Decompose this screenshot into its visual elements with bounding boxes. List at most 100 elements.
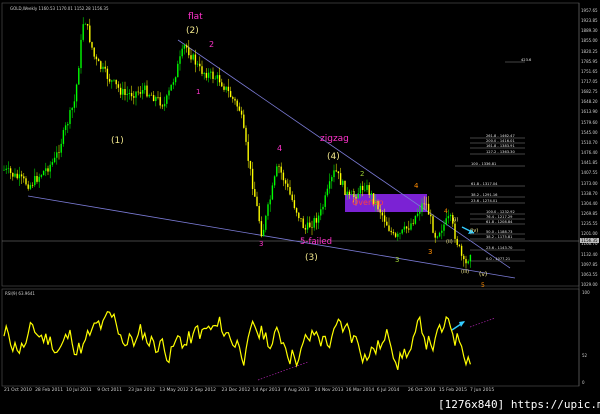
candle-body — [166, 95, 168, 104]
candle-body — [423, 203, 425, 205]
candle-body — [370, 193, 373, 195]
candle-body — [82, 24, 84, 40]
rsi-pane-border — [1, 288, 580, 387]
candle-body — [324, 195, 326, 207]
candle-body — [458, 244, 461, 246]
candle-body — [267, 204, 269, 216]
candle-body — [216, 75, 219, 79]
candle-body — [190, 55, 192, 60]
candle-body — [335, 170, 337, 172]
wave-label: 1 — [196, 88, 201, 96]
candle-body — [183, 45, 186, 49]
candle-body — [326, 188, 329, 196]
candle-body — [25, 178, 27, 185]
wave-label: (1) — [111, 136, 124, 146]
candle-body — [342, 180, 344, 185]
candle-body — [346, 191, 348, 195]
candle-body — [9, 168, 12, 173]
candle-body — [194, 54, 197, 65]
candle-body — [254, 189, 256, 197]
wave-label: flat — [188, 12, 203, 22]
candle-body — [122, 89, 124, 95]
candle-body — [368, 185, 370, 195]
price-axis-tick: 1820.25 — [581, 48, 598, 54]
candle-body — [78, 68, 80, 85]
fib-level-label: 61.8 - 1208.84 — [486, 220, 513, 224]
time-axis-tick: 13 May 2012 — [159, 388, 189, 393]
candle-body — [328, 181, 331, 189]
candle-body — [434, 232, 436, 238]
fib-level-label: 38.2 - 1175.81 — [486, 235, 513, 239]
candle-body — [14, 173, 16, 177]
fib-level-label: 0.0 - 1077.21 — [486, 257, 511, 261]
candle-body — [271, 185, 274, 200]
candle-body — [12, 172, 14, 177]
candle-body — [86, 24, 89, 26]
candle-body — [419, 211, 421, 214]
wave-label: (iv) — [470, 228, 479, 234]
candle-body — [273, 176, 276, 186]
candle-body — [58, 152, 60, 153]
candle-body — [331, 177, 333, 182]
candle-body — [161, 105, 164, 107]
candle-body — [179, 56, 181, 64]
candle-body — [115, 79, 117, 85]
wave-label: 3 — [259, 240, 264, 248]
candle-body — [454, 223, 456, 239]
candle-body — [379, 209, 381, 213]
price-chart-canvas[interactable] — [0, 0, 600, 414]
candle-body — [465, 259, 467, 264]
candle-body — [394, 233, 397, 237]
candle-body — [201, 66, 203, 74]
candle-body — [463, 255, 465, 260]
candle-body — [135, 91, 137, 98]
candle-body — [403, 226, 406, 230]
time-axis-tick: 9 Oct 2011 — [97, 388, 123, 393]
candle-body — [69, 110, 71, 124]
candle-body — [300, 218, 302, 219]
wave-label: 1 — [352, 190, 357, 198]
candle-body — [139, 92, 142, 94]
wave-label: (i) — [453, 217, 459, 223]
price-axis-tick: 1545.00 — [581, 129, 598, 135]
candle-body — [141, 90, 144, 94]
candle-body — [36, 175, 38, 182]
candle-body — [469, 254, 472, 262]
candle-body — [311, 227, 313, 228]
wave-label: (ii) — [446, 239, 453, 245]
time-axis-tick: 16 Mar 2014 — [345, 388, 375, 393]
fib-level-label: 100 - 1336.81 — [471, 162, 497, 166]
candle-body — [416, 213, 419, 216]
candle-body — [146, 85, 148, 97]
candle-body — [399, 233, 401, 234]
candle-body — [223, 86, 225, 90]
candle-body — [284, 180, 287, 184]
price-axis-tick: 1682.75 — [581, 89, 598, 95]
price-axis-tick: 1855.00 — [581, 38, 598, 44]
candle-body — [170, 84, 172, 91]
candle-body — [280, 166, 282, 173]
candle-body — [75, 84, 78, 102]
time-axis-tick: 28 Feb 2011 — [35, 388, 64, 393]
candle-body — [238, 106, 241, 111]
fib-level-label: 38.2 - 1291.16 — [471, 193, 498, 197]
candle-body — [89, 25, 91, 43]
candle-body — [320, 209, 322, 216]
time-axis-tick: 21 Oct 2010 — [4, 388, 32, 393]
candle-body — [436, 236, 439, 238]
candle-body — [203, 72, 205, 74]
price-axis-tick: 1441.85 — [581, 160, 598, 166]
price-axis-tick: 1097.85 — [581, 261, 598, 267]
candle-body — [51, 162, 54, 165]
fib-level-label: 50.0 - 1188.73 — [486, 230, 513, 234]
candle-body — [408, 228, 410, 230]
candle-body — [366, 185, 368, 190]
candle-body — [317, 215, 320, 223]
price-axis-tick: 1407.55 — [581, 170, 598, 176]
candle-body — [278, 166, 280, 167]
candle-body — [306, 222, 309, 230]
candle-body — [337, 171, 340, 174]
candle-body — [386, 221, 388, 226]
wave-label: (v) — [479, 271, 488, 278]
candle-body — [441, 230, 443, 233]
